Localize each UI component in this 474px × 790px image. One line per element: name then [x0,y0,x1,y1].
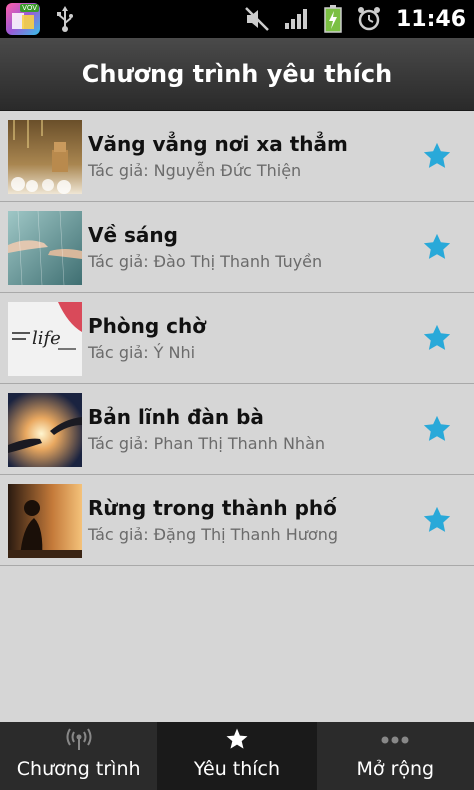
favorite-star-icon[interactable] [422,323,452,353]
battery-charging-icon [324,5,342,33]
program-title: Rừng trong thành phố [88,496,337,520]
signal-icon [284,9,307,29]
mute-icon [245,7,269,31]
program-author: Tác giả: Phan Thị Thanh Nhàn [88,434,325,453]
author-label: Tác giả: [88,343,149,362]
list-item[interactable]: Văng vẳng nơi xa thẳm Tác giả: Nguyễn Đức… [0,111,474,202]
favorite-star-icon[interactable] [422,232,452,262]
author-name: Ý Nhi [153,343,196,362]
list-item[interactable]: Rừng trong thành phố Tác giả: Đặng Thị Th… [0,475,474,566]
tab-label: Chương trình [16,758,141,780]
thumbnail-image [8,211,82,285]
list-item[interactable]: Về sáng Tác giả: Đào Thị Thanh Tuyền [0,202,474,293]
author-name: Đào Thị Thanh Tuyền [153,252,323,271]
program-author: Tác giả: Đào Thị Thanh Tuyền [88,252,322,271]
favorite-star-icon[interactable] [422,414,452,444]
svg-text:life: life [32,328,61,349]
star-icon [226,728,248,749]
author-label: Tác giả: [88,525,149,544]
app-notification-icon: VOV [6,3,40,35]
favorites-list: Văng vẳng nơi xa thẳm Tác giả: Nguyễn Đức… [0,111,474,566]
tab-favorites[interactable]: Yêu thích [158,722,317,790]
alarm-icon [357,7,380,31]
more-dots-icon [381,736,409,744]
list-item[interactable]: Bản lĩnh đàn bà Tác giả: Phan Thị Thanh N… [0,384,474,475]
page-title: Chương trình yêu thích [81,60,393,88]
program-title: Bản lĩnh đàn bà [88,405,264,429]
author-name: Đặng Thị Thanh Hương [153,525,338,544]
tab-label: Yêu thích [193,758,281,780]
author-label: Tác giả: [88,161,149,180]
program-title: Văng vẳng nơi xa thẳm [88,132,348,156]
broadcast-icon [66,728,92,750]
bottom-navigation: Chương trình Yêu thích Mở rộng [0,722,474,790]
program-title: Phòng chờ [88,314,206,338]
program-author: Tác giả: Đặng Thị Thanh Hương [88,525,338,544]
author-name: Phan Thị Thanh Nhàn [153,434,326,453]
favorite-star-icon[interactable] [422,141,452,171]
tab-label: Mở rộng [356,758,435,780]
usb-icon [57,6,73,32]
tab-more[interactable]: Mở rộng [317,722,474,790]
status-bar: VOV 11:46 [0,0,474,38]
program-title: Về sáng [88,223,178,247]
thumbnail-image [8,484,82,558]
thumbnail-image: life [8,302,82,376]
clock: 11:46 [395,6,466,32]
author-label: Tác giả: [88,434,149,453]
title-bar: Chương trình yêu thích [0,38,474,111]
app-badge: VOV [20,4,39,12]
tab-programs[interactable]: Chương trình [0,722,159,790]
author-label: Tác giả: [88,252,149,271]
thumbnail-image [8,393,82,467]
favorite-star-icon[interactable] [422,505,452,535]
program-author: Tác giả: Ý Nhi [88,343,195,362]
author-name: Nguyễn Đức Thiện [153,161,302,180]
program-author: Tác giả: Nguyễn Đức Thiện [88,161,301,180]
thumbnail-image [8,120,82,194]
list-item[interactable]: life Phòng chờ Tác giả: Ý Nhi [0,293,474,384]
